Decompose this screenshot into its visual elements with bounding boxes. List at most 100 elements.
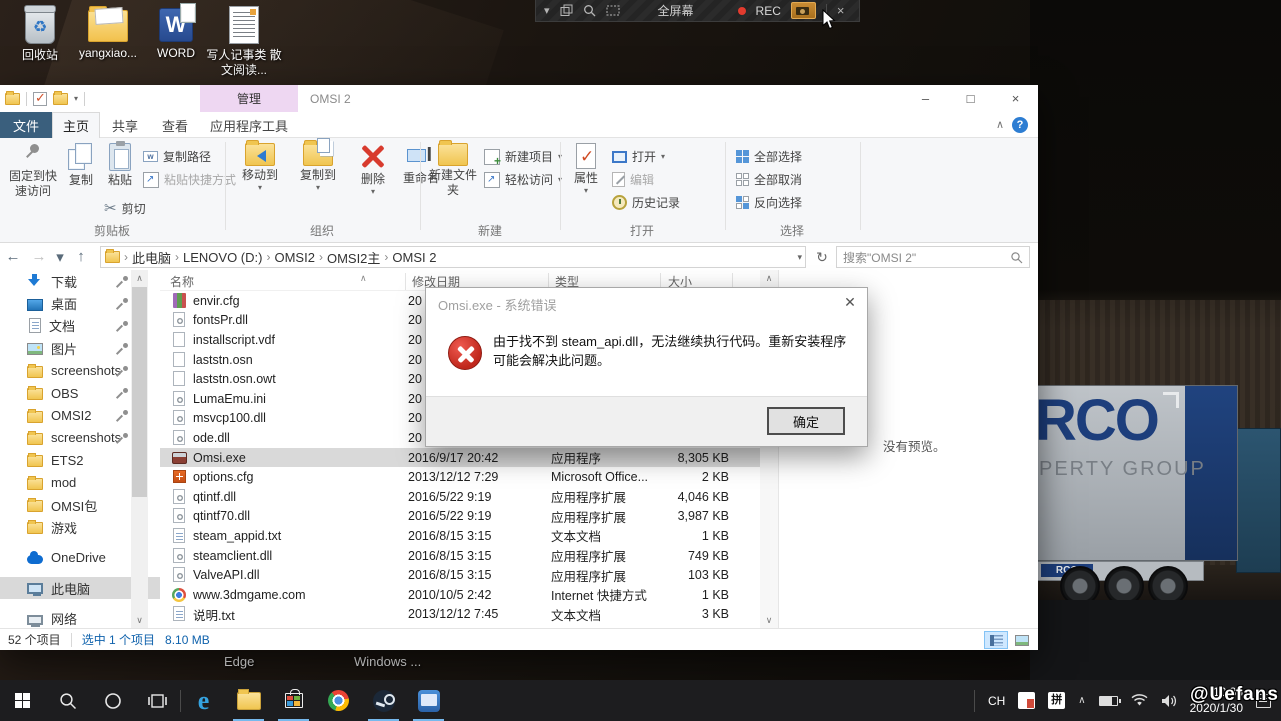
file-date: 2010/10/5 2:42 [408,588,551,602]
minimize-button[interactable]: – [903,85,948,112]
delete-button[interactable]: 删除 ▾ [352,143,394,197]
properties-button[interactable]: 属性 ▾ [566,143,606,196]
desktop-icon-essay-document[interactable]: 写人记事类 散文阅读... [206,6,282,78]
qat-customize-dropdown-icon[interactable]: ▾ [74,94,78,103]
scroll-down-icon[interactable]: ∨ [760,612,778,628]
select-all-button[interactable]: 全部选择 [736,148,802,165]
title-bar[interactable]: ▾ 管理 OMSI 2 – □ × [0,85,1038,112]
internet-shortcut-icon [172,587,188,603]
file-row[interactable]: steamclient.dll2016/8/15 3:15应用程序扩展749 K… [160,546,760,566]
language-indicator[interactable]: CH [988,694,1005,708]
open-button[interactable]: 打开 ▾ [612,148,665,165]
refresh-icon[interactable]: ↻ [812,246,832,268]
scroll-up-icon[interactable]: ∧ [131,270,148,286]
search-icon[interactable] [1010,251,1023,264]
file-row[interactable]: steam_appid.txt2016/8/15 3:15文本文档1 KB [160,526,760,546]
battery-icon[interactable] [1099,696,1118,706]
search-input[interactable]: 搜索"OMSI 2" [836,246,1030,268]
crumb-omsi2-main[interactable]: OMSI2主 [327,248,380,267]
tab-share[interactable]: 共享 [100,112,150,138]
tab-app-tools[interactable]: 应用程序工具 [200,112,298,138]
paste-shortcut-button[interactable]: 粘贴快捷方式 [143,171,236,188]
dialog-close-button[interactable]: ✕ [833,288,867,316]
manage-context-header[interactable]: 管理 [200,85,298,112]
collapse-ribbon-icon[interactable]: ∧ [996,118,1004,131]
easy-access-button[interactable]: 轻松访问 ▾ [484,171,562,188]
taskbar-chrome[interactable] [316,680,361,721]
wifi-icon[interactable] [1131,694,1148,707]
cortana-button[interactable] [90,680,135,721]
taskbar-store[interactable] [271,680,316,721]
help-icon[interactable]: ? [1012,117,1028,133]
edit-button[interactable]: 编辑 [612,171,654,188]
copy-button[interactable]: 复制 [62,143,100,188]
recorder-region-icon[interactable] [606,5,620,16]
start-button[interactable] [0,680,45,721]
taskbar-recorder-app[interactable] [406,680,451,721]
qat-properties-icon[interactable] [33,92,47,106]
tab-view[interactable]: 查看 [150,112,200,138]
scrollbar-thumb[interactable] [132,287,147,497]
recorder-close-icon[interactable]: × [837,3,845,18]
breadcrumb[interactable]: › 此电脑 › LENOVO (D:) › OMSI2 › OMSI2主 › O… [100,246,806,268]
pinyin-ime-icon[interactable]: 拼 [1048,692,1065,709]
thumbnail-view-button[interactable] [1010,631,1034,649]
recorder-camera-button[interactable] [791,2,816,19]
new-folder-button[interactable]: 新建文件夹 [426,143,480,198]
qat-new-folder-icon[interactable] [53,93,68,105]
sidebar-scrollbar[interactable]: ∧ ∨ [131,270,148,628]
pin-to-quick-access-button[interactable]: 固定到快速访问 [4,143,62,199]
task-view-button[interactable] [135,680,180,721]
back-button[interactable]: ← [0,248,26,265]
desktop-icon-label-edge[interactable]: Edge [224,654,254,669]
forward-button[interactable]: → [26,248,52,265]
file-row[interactable]: qtintf70.dll2016/5/22 9:19应用程序扩展3,987 KB [160,507,760,527]
desktop-icon-yangxiao-folder[interactable]: yangxiao... [70,10,146,61]
maximize-button[interactable]: □ [948,85,993,112]
recorder-dropdown-icon[interactable]: ▾ [544,4,550,17]
copy-path-icon: w [143,151,158,162]
file-row[interactable]: www.3dmgame.com2010/10/5 2:42Internet 快捷… [160,585,760,605]
up-button[interactable]: ↑ [68,248,94,265]
taskbar-search-button[interactable] [45,680,90,721]
file-row[interactable]: 说明.txt2013/12/12 7:45文本文档3 KB [160,605,760,625]
column-header-name[interactable]: 名称 [170,273,194,290]
crumb-current[interactable]: OMSI 2 [392,250,436,265]
close-button[interactable]: × [993,85,1038,112]
file-row[interactable]: ValveAPI.dll2016/8/15 3:15应用程序扩展103 KB [160,565,760,585]
crumb-this-pc[interactable]: 此电脑 [132,248,171,267]
hidden-icons-chevron[interactable]: ∧ [1078,695,1085,706]
address-dropdown-icon[interactable]: ▾ [797,252,802,263]
copy-path-button[interactable]: w 复制路径 [143,148,211,165]
details-view-button[interactable] [984,631,1008,649]
cut-button[interactable]: ✂ 剪切 [104,200,146,217]
file-row-selected[interactable]: Omsi.exe2016/9/17 20:42应用程序8,305 KB [160,448,760,468]
taskbar-file-explorer[interactable] [226,680,271,721]
tab-file[interactable]: 文件 [0,112,52,138]
crumb-omsi2[interactable]: OMSI2 [274,250,314,265]
tab-home[interactable]: 主页 [52,112,100,138]
scroll-down-icon[interactable]: ∨ [131,612,148,628]
invert-selection-button[interactable]: 反向选择 [736,194,802,211]
desktop-icon-label-windows[interactable]: Windows ... [354,654,421,669]
ime-icon[interactable] [1018,692,1035,709]
recent-locations-dropdown-icon[interactable]: ▾ [52,248,68,266]
taskbar-steam[interactable] [361,680,406,721]
ok-button[interactable]: 确定 [767,407,845,435]
scroll-up-icon[interactable]: ∧ [760,270,778,286]
desktop-icon-recycle-bin[interactable]: 回收站 [2,8,78,63]
file-row[interactable]: qtintf.dll2016/5/22 9:19应用程序扩展4,046 KB [160,487,760,507]
new-item-button[interactable]: 新建项目 ▾ [484,148,562,165]
file-row[interactable]: options.cfg2013/12/12 7:29Microsoft Offi… [160,467,760,487]
paste-button[interactable]: 粘贴 [100,143,140,188]
desktop-icon-word[interactable]: W WORD [138,8,214,61]
crumb-drive[interactable]: LENOVO (D:) [183,250,262,265]
move-to-button[interactable]: 移动到 ▾ [232,143,288,193]
copy-to-button[interactable]: 复制到 ▾ [290,143,346,193]
taskbar-edge[interactable]: e [181,680,226,721]
select-none-button[interactable]: 全部取消 [736,171,802,188]
recorder-zoom-icon[interactable] [583,4,596,17]
recorder-window-icon[interactable] [560,4,573,17]
volume-icon[interactable] [1161,694,1177,708]
history-button[interactable]: 历史记录 [612,194,680,211]
